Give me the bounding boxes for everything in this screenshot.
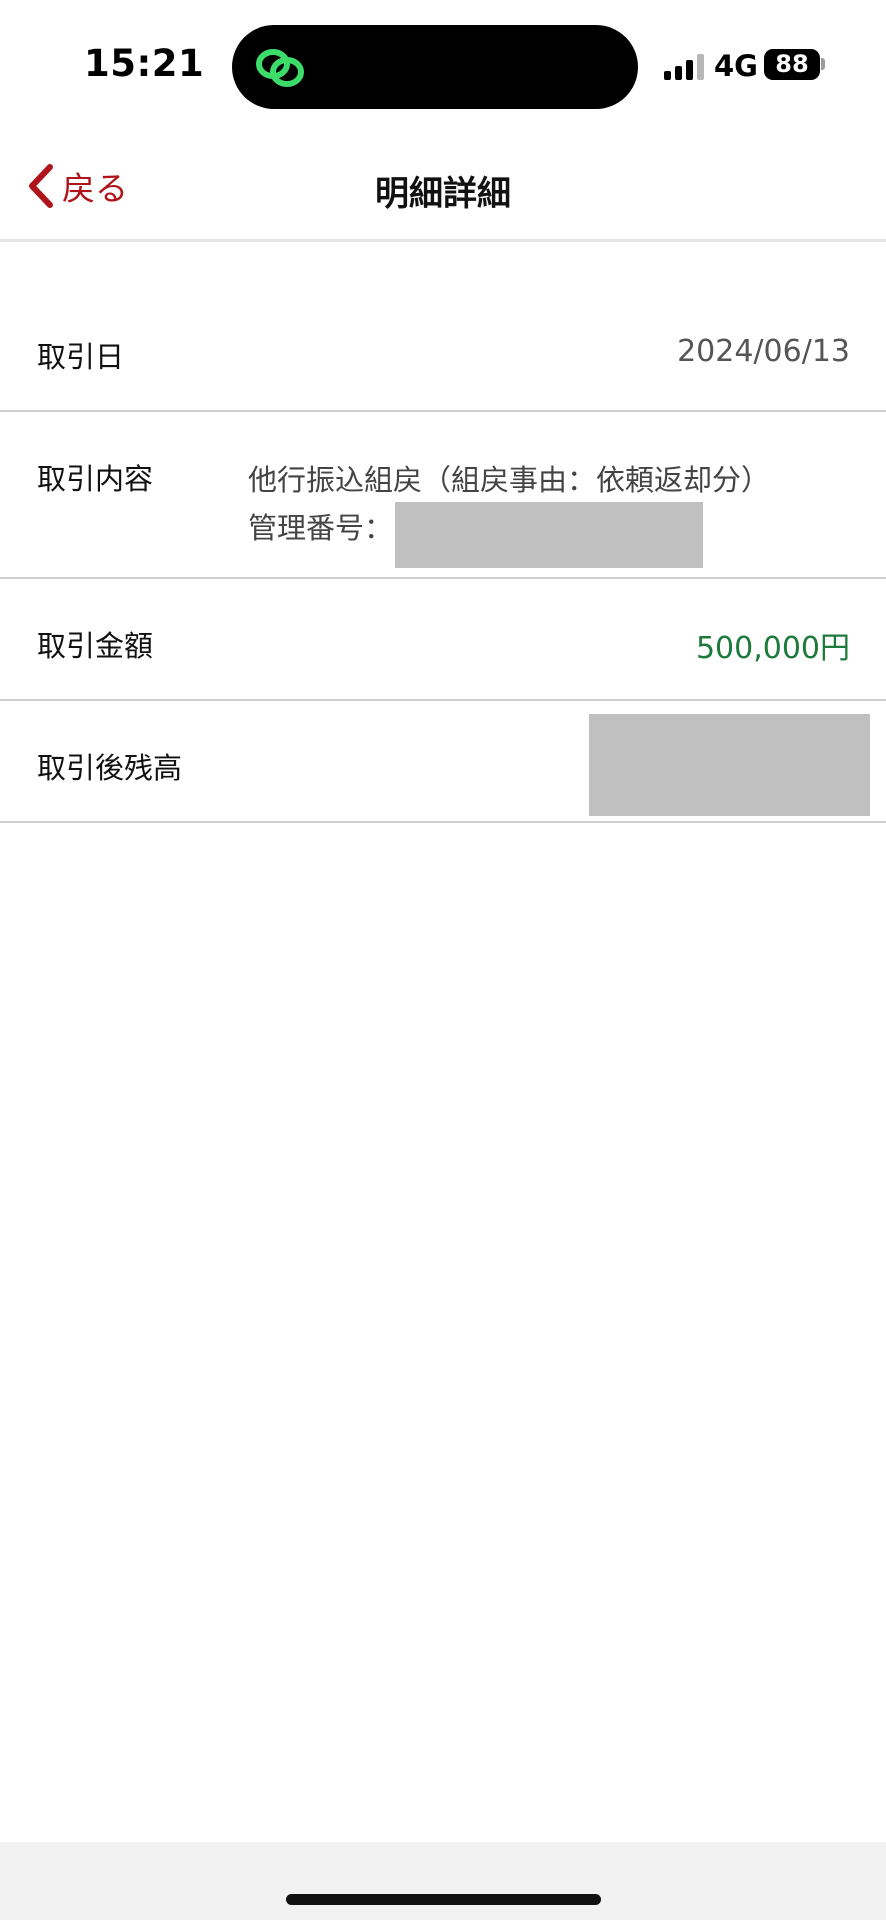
description-line1: 他行振込組戻（組戻事由：依頼返却分）	[248, 463, 771, 497]
dynamic-island	[232, 25, 638, 109]
detail-row-amount: 取引金額 500,000円	[0, 579, 886, 701]
redacted-management-number	[395, 502, 704, 568]
description-label: 取引内容	[37, 462, 154, 496]
green-link-icon	[256, 49, 304, 87]
page-title: 明細詳細	[375, 174, 511, 214]
date-label: 取引日	[37, 340, 125, 374]
management-number-label: 管理番号：	[248, 511, 394, 545]
status-bar: 15:21 4G 88	[0, 0, 886, 130]
cellular-signal-icon	[664, 52, 706, 80]
status-time: 15:21	[84, 42, 205, 85]
amount-label: 取引金額	[37, 629, 154, 663]
detail-row-description: 取引内容 他行振込組戻（組戻事由：依頼返却分） 管理番号：	[0, 412, 886, 579]
detail-row-balance: 取引後残高	[0, 701, 886, 823]
transaction-detail-list: 取引日 2024/06/13 取引内容 他行振込組戻（組戻事由：依頼返却分） 管…	[0, 242, 886, 823]
balance-label: 取引後残高	[37, 751, 183, 785]
date-value: 2024/06/13	[677, 334, 850, 369]
screen: 15:21 4G 88 戻る 明細詳細 取引日 2024/06/13 取引内容 …	[0, 0, 886, 1920]
description-line2: 管理番号：	[248, 502, 770, 568]
home-indicator[interactable]	[286, 1894, 601, 1905]
description-value: 他行振込組戻（組戻事由：依頼返却分） 管理番号：	[248, 456, 770, 568]
nav-bar: 戻る 明細詳細	[0, 130, 886, 242]
battery-icon: 88	[764, 49, 820, 80]
detail-row-date: 取引日 2024/06/13	[0, 242, 886, 412]
amount-value: 500,000円	[695, 631, 850, 666]
redacted-balance-value	[589, 714, 870, 816]
network-type: 4G	[714, 49, 758, 83]
battery-tip	[821, 58, 825, 70]
bottom-bar	[0, 1842, 886, 1920]
